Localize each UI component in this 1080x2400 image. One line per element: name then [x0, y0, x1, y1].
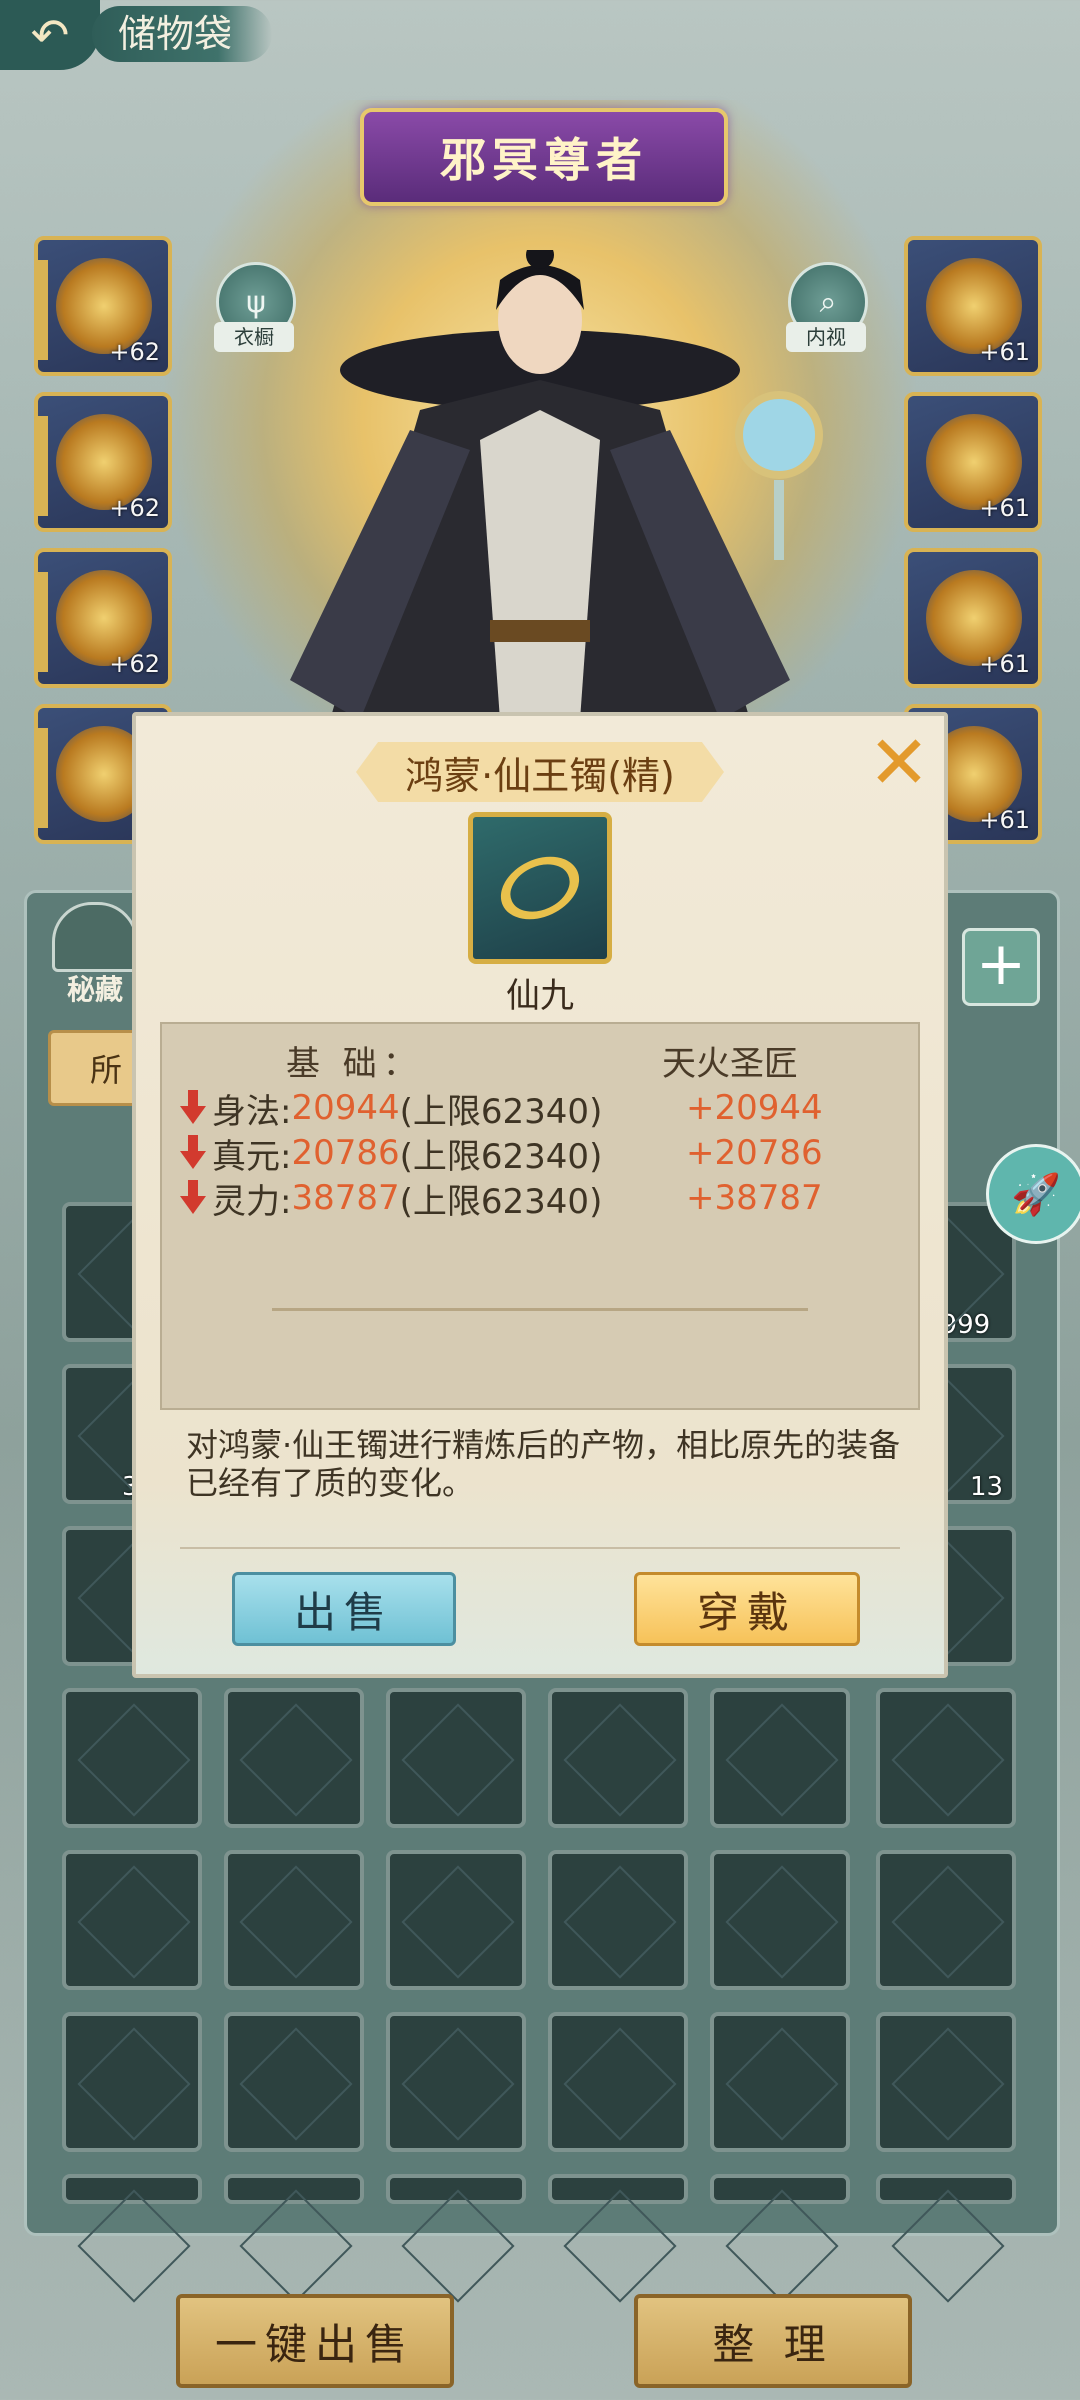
bag-cell[interactable] — [876, 2012, 1016, 2152]
bag-cell[interactable] — [710, 2012, 850, 2152]
equip-slot-right[interactable]: +61 — [904, 236, 1042, 376]
bag-cell[interactable] — [876, 1688, 1016, 1828]
character-name-banner: 邪冥尊者 — [360, 108, 728, 206]
bag-cell[interactable] — [710, 1850, 850, 1990]
stat-name: 真元: — [212, 1136, 292, 1177]
sell-button[interactable]: 出售 — [232, 1572, 456, 1646]
stat-row: 身法: 20944 (上限62340) — [180, 1086, 603, 1132]
slot-level: +61 — [979, 338, 1030, 366]
bag-cell[interactable] — [224, 1688, 364, 1828]
bag-cell[interactable] — [62, 1850, 202, 1990]
bag-cell[interactable] — [224, 2174, 364, 2204]
item-grade: 仙九 — [506, 976, 574, 1016]
sell-all-button[interactable]: 一键出售 — [176, 2294, 454, 2388]
bag-cell[interactable] — [710, 1688, 850, 1828]
slot-level: +62 — [109, 650, 160, 678]
secret-storage-label: 秘藏 — [66, 973, 123, 1006]
bag-cell[interactable] — [548, 2174, 688, 2204]
down-arrow-icon — [180, 1135, 206, 1171]
rocket-button[interactable]: 🚀 — [986, 1144, 1080, 1244]
bag-cell[interactable] — [386, 1688, 526, 1828]
page-title: 储物袋 — [92, 6, 273, 62]
magnifier-icon: ⌕ — [819, 284, 837, 320]
close-icon[interactable]: ✕ — [864, 726, 934, 800]
bag-cell[interactable] — [62, 2012, 202, 2152]
plus-icon: + — [975, 929, 1027, 999]
bag-cell[interactable] — [62, 2174, 202, 2204]
dialog-divider — [180, 1547, 900, 1549]
down-arrow-icon — [180, 1180, 206, 1216]
bag-cell[interactable] — [224, 1850, 364, 1990]
stat-limit: (上限62340) — [399, 1091, 603, 1132]
slot-level: +61 — [979, 650, 1030, 678]
item-name: 鸿蒙·仙王镯(精) — [405, 753, 675, 798]
stat-limit: (上限62340) — [399, 1136, 603, 1177]
amulet-ornament — [724, 380, 834, 570]
stats-divider — [272, 1308, 808, 1311]
bag-cell[interactable] — [548, 1688, 688, 1828]
character-portrait — [290, 250, 790, 720]
stat-limit: (上限62340) — [399, 1181, 603, 1222]
inspect-label: 内视 — [786, 322, 866, 352]
secret-storage-icon — [52, 902, 138, 972]
back-arrow-icon: ↶ — [30, 8, 70, 62]
slot-level: +62 — [109, 338, 160, 366]
stat-value: 38787 — [291, 1178, 400, 1218]
expand-bag-button[interactable]: + — [962, 928, 1040, 1006]
stat-bonus: +38787 — [686, 1178, 823, 1218]
bag-cell[interactable] — [548, 2012, 688, 2152]
slot-level: +61 — [979, 494, 1030, 522]
equip-slot-right[interactable]: +61 — [904, 548, 1042, 688]
bag-cell[interactable] — [386, 2012, 526, 2152]
stat-bonus: +20944 — [686, 1088, 823, 1128]
stat-name: 灵力: — [212, 1181, 292, 1222]
bag-cell[interactable] — [876, 1850, 1016, 1990]
down-arrow-icon — [180, 1090, 206, 1126]
bracelet-icon — [468, 812, 612, 964]
bag-cell[interactable] — [224, 2012, 364, 2152]
bag-cell[interactable] — [386, 2174, 526, 2204]
item-description: 对鸿蒙·仙王镯进行精炼后的产物，相比原先的装备已经有了质的变化。 — [186, 1426, 901, 1502]
stat-name: 身法: — [212, 1091, 292, 1132]
sort-button[interactable]: 整 理 — [634, 2294, 912, 2388]
bag-cell[interactable] — [876, 2174, 1016, 2204]
stat-value: 20786 — [291, 1133, 400, 1173]
secret-storage-button[interactable]: 秘藏 — [52, 902, 138, 1012]
wardrobe-icon: ψ — [246, 284, 266, 320]
slot-level: +62 — [109, 494, 160, 522]
item-title-banner: 鸿蒙·仙王镯(精) — [356, 742, 724, 802]
stats-header-base: 基 础： — [286, 1044, 423, 1084]
stats-header-craft: 天火圣匠 — [662, 1044, 798, 1084]
bag-cell[interactable] — [710, 2174, 850, 2204]
equip-button[interactable]: 穿戴 — [634, 1572, 860, 1646]
stat-value: 20944 — [291, 1088, 400, 1128]
wardrobe-label: 衣橱 — [214, 322, 294, 352]
item-count: 13 — [970, 1472, 1004, 1502]
equip-slot-left[interactable]: +62 — [34, 548, 172, 688]
rocket-icon: 🚀 — [1011, 1171, 1061, 1218]
back-button[interactable]: ↶ — [0, 0, 100, 70]
bag-cell[interactable] — [386, 1850, 526, 1990]
slot-level: +61 — [979, 806, 1030, 834]
equip-slot-right[interactable]: +61 — [904, 392, 1042, 532]
equip-slot-left[interactable]: +62 — [34, 392, 172, 532]
bag-cell[interactable] — [62, 1688, 202, 1828]
stat-row: 真元: 20786 (上限62340) — [180, 1131, 603, 1177]
stat-bonus: +20786 — [686, 1133, 823, 1173]
bag-cell[interactable] — [548, 1850, 688, 1990]
equip-slot-left[interactable]: +62 — [34, 236, 172, 376]
stat-row: 灵力: 38787 (上限62340) — [180, 1176, 603, 1222]
